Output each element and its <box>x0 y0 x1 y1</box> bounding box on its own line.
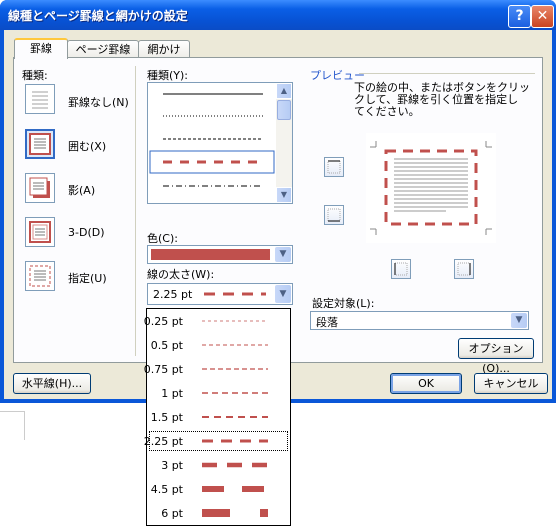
setting-custom-button[interactable] <box>25 261 55 291</box>
scroll-thumb[interactable] <box>277 100 291 120</box>
color-swatch <box>151 249 270 260</box>
background-fragment <box>0 411 25 440</box>
width-option[interactable]: 2.25 pt <box>144 430 289 452</box>
apply-to-label: 設定対象(L): <box>312 297 375 310</box>
width-option-sample <box>202 462 268 468</box>
width-dropdown-list[interactable]: 0.25 pt 0.5 pt 0.75 pt 1 pt 1.5 pt 2.25 pt 3 p… <box>144 308 291 526</box>
width-option-label: 4.5 pt <box>150 483 183 496</box>
line-style-samples <box>149 93 275 187</box>
setting-3d-button[interactable] <box>25 217 55 247</box>
setting-none-label[interactable]: 罫線なし(N) <box>68 94 129 110</box>
width-option[interactable]: 4.5 pt <box>148 478 289 500</box>
width-option[interactable]: 1 pt <box>148 382 289 404</box>
width-option-sample <box>202 439 268 443</box>
width-dropdown[interactable]: 2.25 pt ▼ <box>147 283 293 305</box>
width-value: 2.25 pt <box>153 288 193 301</box>
instruction-line: てください。 <box>354 105 420 118</box>
width-option[interactable]: 0.25 pt <box>144 310 289 332</box>
left-border-button[interactable] <box>391 259 411 279</box>
setting-box-label[interactable]: 囲む(X) <box>68 138 106 154</box>
line-style-scrollbar[interactable]: ▲ ▼ <box>276 83 292 203</box>
close-button[interactable]: ✕ <box>531 5 554 28</box>
width-option-sample <box>202 486 268 492</box>
width-option[interactable]: 0.75 pt <box>144 358 289 380</box>
title-bar[interactable]: 線種とページ罫線と網かけの設定 ? ✕ <box>0 0 556 30</box>
width-option-sample <box>202 416 268 418</box>
width-option[interactable]: 6 pt <box>148 502 289 524</box>
width-option-label: 6 pt <box>161 507 183 520</box>
apply-to-dropdown[interactable]: 段落 ▼ <box>310 311 529 330</box>
width-label: 線の太さ(W): <box>147 268 215 281</box>
custom-border-icon <box>29 265 51 287</box>
width-option-label: 0.5 pt <box>150 339 183 352</box>
setting-heading: 種類: <box>22 69 48 82</box>
scroll-up-arrow-icon[interactable]: ▲ <box>276 83 292 99</box>
cancel-button[interactable]: キャンセル <box>474 373 548 394</box>
width-option-label: 2.25 pt <box>143 435 183 448</box>
setting-custom-label[interactable]: 指定(U) <box>68 270 107 286</box>
top-border-button[interactable] <box>324 157 344 177</box>
color-label: 色(C): <box>147 232 178 245</box>
help-button[interactable]: ? <box>508 5 531 28</box>
right-border-icon <box>457 262 471 276</box>
tab-borders[interactable]: 罫線 <box>14 38 68 59</box>
width-option-sample <box>202 392 268 394</box>
width-option-label: 0.25 pt <box>143 315 183 328</box>
right-border-button[interactable] <box>454 259 474 279</box>
color-dropdown[interactable]: ▼ <box>147 245 293 264</box>
horizontal-line-button[interactable]: 水平線(H)... <box>13 373 91 394</box>
width-option-sample <box>202 368 268 370</box>
shadow-border-icon <box>29 177 50 198</box>
width-option-sample <box>202 509 268 517</box>
box-border-icon <box>29 133 51 155</box>
ok-button[interactable]: OK <box>390 373 462 394</box>
bottom-border-button[interactable] <box>324 205 344 225</box>
width-sample <box>204 292 266 296</box>
width-option-sample <box>202 344 268 346</box>
width-option-label: 0.75 pt <box>143 363 183 376</box>
chevron-down-icon[interactable]: ▼ <box>275 285 291 303</box>
scroll-down-arrow-icon[interactable]: ▼ <box>276 187 292 203</box>
separator <box>135 66 136 356</box>
width-option[interactable]: 1.5 pt <box>148 406 289 428</box>
line-style-listbox[interactable]: ▲ ▼ <box>147 82 293 204</box>
left-border-icon <box>394 262 408 276</box>
setting-shadow-button[interactable] <box>25 173 55 203</box>
setting-none-button[interactable] <box>25 84 55 114</box>
preview-heading-rule <box>359 73 535 74</box>
window-title: 線種とページ罫線と網かけの設定 <box>8 9 188 23</box>
style-heading: 種類(Y): <box>147 69 189 82</box>
width-option-label: 1.5 pt <box>150 411 183 424</box>
width-option[interactable]: 3 pt <box>148 454 289 476</box>
setting-box-button[interactable] <box>25 129 55 159</box>
chevron-down-icon[interactable]: ▼ <box>511 313 527 328</box>
width-option[interactable]: 0.5 pt <box>148 334 289 356</box>
preview-instructions: 下の絵の中、またはボタンをクリッ クして、罫線を引く位置を指定し てください。 <box>354 82 530 118</box>
chevron-down-icon[interactable]: ▼ <box>275 247 291 262</box>
width-option-label: 1 pt <box>161 387 183 400</box>
apply-to-value: 段落 <box>316 316 338 329</box>
top-border-icon <box>327 160 341 174</box>
setting-3d-label[interactable]: 3-D(D) <box>68 226 105 239</box>
width-option-sample <box>202 320 268 322</box>
width-option-label: 3 pt <box>161 459 183 472</box>
no-border-icon <box>32 91 48 109</box>
preview-area[interactable] <box>366 133 496 243</box>
preview-drawing <box>370 141 492 235</box>
setting-shadow-label[interactable]: 影(A) <box>68 182 95 198</box>
3d-border-icon <box>29 221 51 243</box>
options-button[interactable]: オプション(O)... <box>458 338 534 375</box>
bottom-border-icon <box>327 208 341 222</box>
